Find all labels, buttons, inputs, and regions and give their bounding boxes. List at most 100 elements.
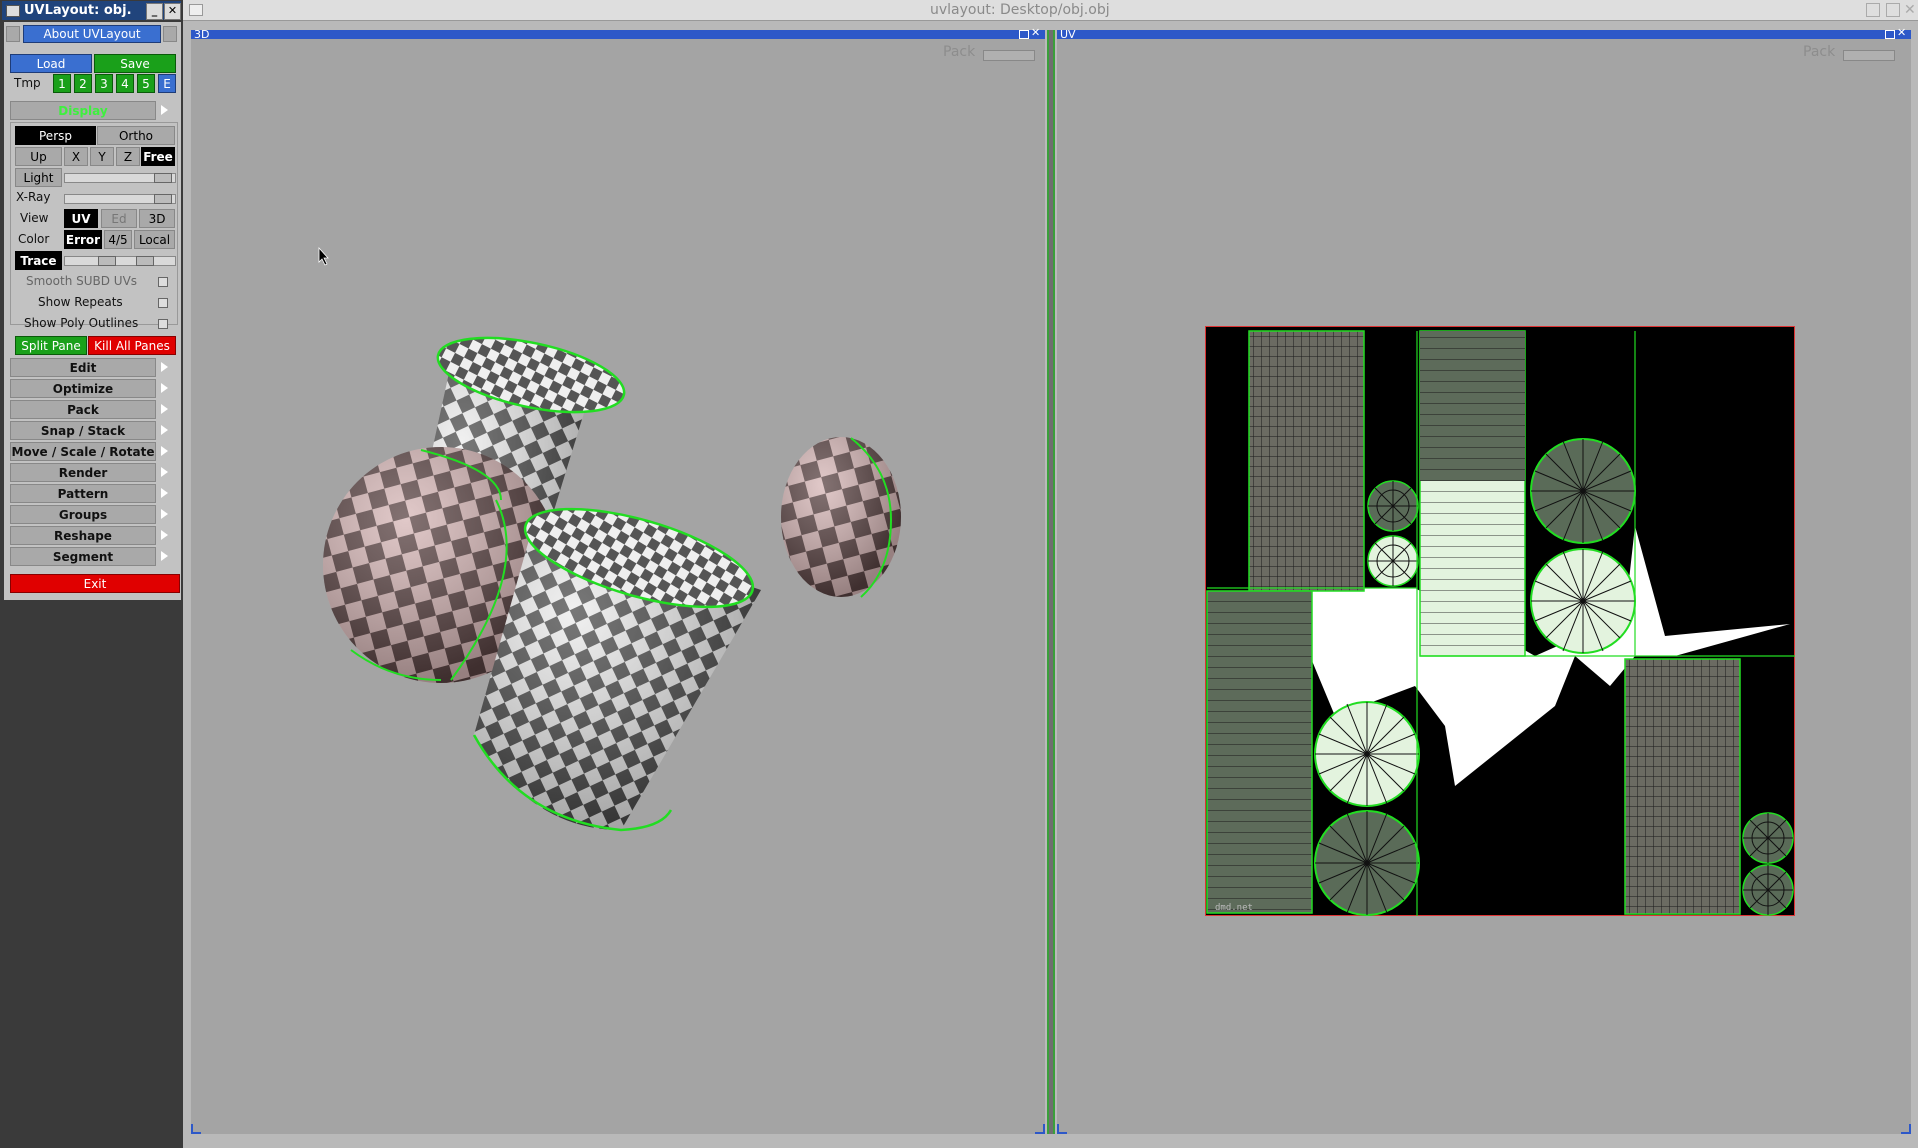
menu-reshape[interactable]: Reshape	[10, 526, 156, 545]
split-pane-button[interactable]: Split Pane	[15, 336, 87, 355]
uv-shell-disc-small-2[interactable]	[1367, 535, 1419, 587]
menu-pattern[interactable]: Pattern	[10, 484, 156, 503]
menu-groups-arrow-icon[interactable]	[161, 509, 168, 519]
trace-slider-knob-b[interactable]	[136, 256, 154, 266]
tool-window-titlebar[interactable]: UVLayout: obj. _ ✕	[2, 1, 181, 20]
menu-segment-arrow-icon[interactable]	[161, 551, 168, 561]
menu-render[interactable]: Render	[10, 463, 156, 482]
pane-uv-resize-corner-right[interactable]	[1901, 1124, 1911, 1134]
minimize-icon[interactable]	[1866, 3, 1880, 17]
xray-slider-knob[interactable]	[154, 194, 172, 204]
pane-uv-resize-corner-left[interactable]	[1057, 1124, 1067, 1134]
trace-button[interactable]: Trace	[15, 251, 62, 270]
pane-divider[interactable]	[1047, 30, 1055, 1134]
maximize-icon[interactable]	[1886, 3, 1900, 17]
axis-y-button[interactable]: Y	[90, 147, 114, 166]
menu-pack[interactable]: Pack	[10, 400, 156, 419]
menu-edit[interactable]: Edit	[10, 358, 156, 377]
pane-3d-resize-corner-right[interactable]	[1035, 1124, 1045, 1134]
light-slider-knob[interactable]	[154, 173, 172, 183]
tool-window: UVLayout: obj. _ ✕ About UVLayout Load S…	[0, 0, 183, 1148]
pane-uv-label: UV	[1060, 28, 1076, 41]
collapse-left-handle[interactable]	[6, 26, 20, 42]
menu-optimize[interactable]: Optimize	[10, 379, 156, 398]
menu-optimize-arrow-icon[interactable]	[161, 383, 168, 393]
main-window-titlebar[interactable]: uvlayout: Desktop/obj.obj ✕	[183, 0, 1918, 21]
menu-pattern-arrow-icon[interactable]	[161, 488, 168, 498]
view-3d-button[interactable]: 3D	[139, 209, 175, 228]
pane-uv-maximize-icon[interactable]	[1885, 30, 1895, 39]
axis-x-button[interactable]: X	[64, 147, 88, 166]
exit-button[interactable]: Exit	[10, 574, 180, 593]
uv-shell-disc-large-4[interactable]	[1314, 810, 1420, 916]
tmp-slot-5[interactable]: 5	[137, 74, 155, 93]
uv-shell-disc-small-3[interactable]	[1742, 812, 1794, 864]
uv-shell-strip-top-dark[interactable]	[1420, 331, 1525, 481]
about-button[interactable]: About UVLayout	[23, 25, 161, 43]
menu-move-scale-rotate-arrow-icon[interactable]	[161, 446, 168, 456]
color-error-button[interactable]: Error	[64, 230, 102, 249]
pane-3d-resize-corner-left[interactable]	[191, 1124, 201, 1134]
ortho-button[interactable]: Ortho	[97, 126, 175, 145]
tmp-slot-4[interactable]: 4	[116, 74, 134, 93]
viewport-uv-pane[interactable]: UV ✕ Pack dmd.net	[1057, 26, 1911, 1134]
tmp-slot-e[interactable]: E	[158, 74, 176, 93]
show-repeats-checkbox[interactable]	[158, 298, 168, 308]
menu-snap-stack-arrow-icon[interactable]	[161, 425, 168, 435]
tmp-label: Tmp	[14, 76, 41, 90]
tmp-slot-1[interactable]: 1	[53, 74, 71, 93]
color-45-button[interactable]: 4/5	[104, 230, 132, 249]
menu-snap-stack[interactable]: Snap / Stack	[10, 421, 156, 440]
color-local-button[interactable]: Local	[134, 230, 175, 249]
close-icon[interactable]: ✕	[1904, 0, 1916, 20]
uv-shell-disc-large-1[interactable]	[1530, 438, 1636, 544]
menu-groups[interactable]: Groups	[10, 505, 156, 524]
uv-shell-grid-top-left[interactable]	[1248, 330, 1365, 592]
window-menu-icon[interactable]	[189, 4, 203, 16]
display-label: Display	[58, 104, 108, 118]
free-button[interactable]: Free	[141, 147, 175, 166]
tmp-slot-3[interactable]: 3	[95, 74, 113, 93]
display-menu[interactable]: Display	[10, 101, 156, 120]
xray-label: X-Ray	[16, 190, 51, 204]
uv-shell-disc-small-4[interactable]	[1742, 864, 1794, 916]
view-label: View	[20, 211, 49, 225]
trace-slider-knob-a[interactable]	[98, 256, 116, 266]
menu-segment[interactable]: Segment	[10, 547, 156, 566]
menu-render-arrow-icon[interactable]	[161, 467, 168, 477]
display-arrow-icon[interactable]	[161, 105, 168, 115]
uv-shell-disc-large-3[interactable]	[1314, 701, 1420, 807]
view-uv-button[interactable]: UV	[64, 209, 98, 228]
uv-shell-grid-bottom-right[interactable]	[1624, 658, 1741, 915]
scene-3d[interactable]	[191, 30, 1045, 1130]
uv-shell-strip-bottom[interactable]	[1206, 590, 1313, 914]
axis-z-button[interactable]: Z	[116, 147, 140, 166]
collapse-right-handle[interactable]	[163, 26, 177, 42]
view-ed-button[interactable]: Ed	[101, 209, 137, 228]
smooth-subd-checkbox[interactable]	[158, 277, 168, 287]
window-menu-icon[interactable]	[6, 5, 20, 17]
persp-button[interactable]: Persp	[15, 126, 96, 145]
close-icon[interactable]: ✕	[164, 3, 181, 20]
load-button[interactable]: Load	[10, 54, 92, 73]
sphere-right[interactable]	[781, 437, 901, 598]
menu-edit-arrow-icon[interactable]	[161, 362, 168, 372]
menu-move-scale-rotate[interactable]: Move / Scale / Rotate	[10, 442, 156, 461]
menu-reshape-arrow-icon[interactable]	[161, 530, 168, 540]
uv-shell-disc-large-2[interactable]	[1530, 548, 1636, 654]
pane-uv-pack-label: Pack	[1803, 44, 1836, 60]
menu-pack-arrow-icon[interactable]	[161, 404, 168, 414]
trace-slider[interactable]	[64, 256, 176, 266]
tmp-slot-2[interactable]: 2	[74, 74, 92, 93]
minimize-icon[interactable]: _	[146, 3, 163, 20]
up-button[interactable]: Up	[15, 147, 62, 166]
kill-all-panes-button[interactable]: Kill All Panes	[88, 336, 176, 355]
light-button[interactable]: Light	[15, 168, 62, 187]
pane-uv-bar[interactable]: UV ✕	[1057, 26, 1911, 41]
uv-layout-canvas[interactable]: dmd.net	[1205, 326, 1795, 916]
show-poly-outlines-checkbox[interactable]	[158, 319, 168, 329]
viewport-3d-pane[interactable]: 3D ✕ Pack	[191, 26, 1045, 1134]
pane-uv-close-icon[interactable]: ✕	[1897, 26, 1906, 39]
save-button[interactable]: Save	[94, 54, 176, 73]
uv-shell-disc-small-1[interactable]	[1367, 480, 1419, 532]
